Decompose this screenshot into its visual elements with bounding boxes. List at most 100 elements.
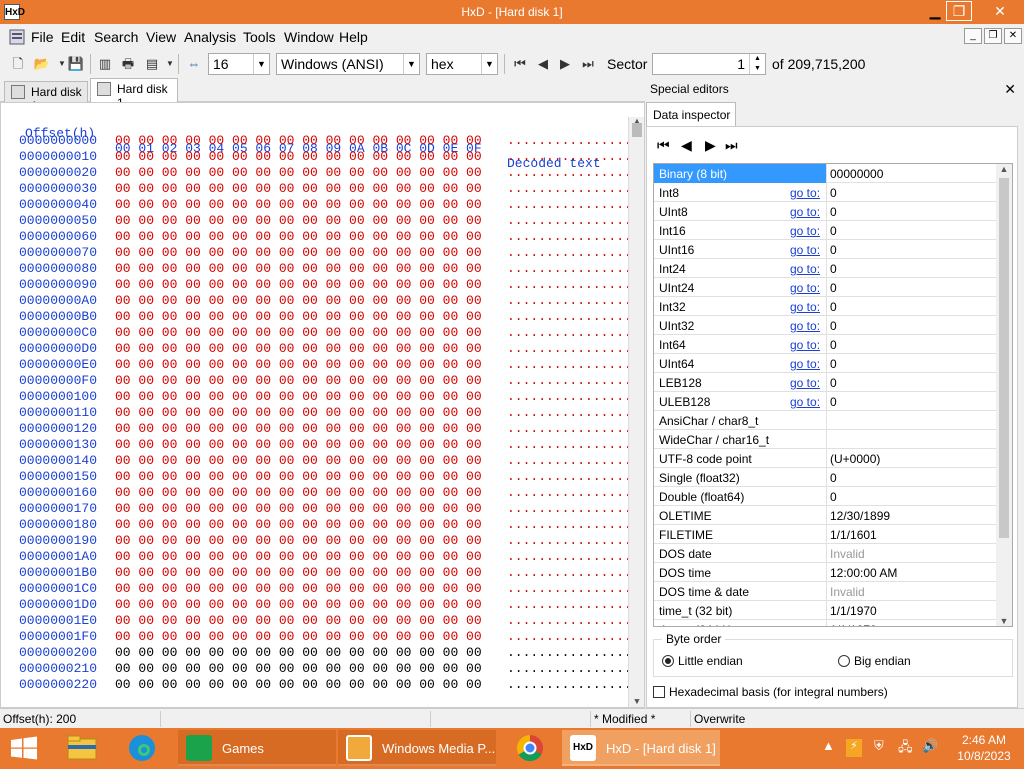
inspector-value[interactable]: 0 — [830, 205, 837, 219]
last-icon[interactable]: ⏭ — [725, 137, 738, 154]
row-bytes[interactable]: 00 00 00 00 00 00 00 00 00 00 00 00 00 0… — [115, 149, 482, 164]
row-decoded[interactable]: ................ — [507, 133, 632, 148]
hex-basis-checkbox[interactable]: Hexadecimal basis (for integral numbers) — [653, 685, 888, 699]
inspector-value[interactable]: 1/1/1970 — [830, 604, 877, 618]
inspector-value[interactable]: 0 — [830, 471, 837, 485]
row-decoded[interactable]: ................ — [507, 261, 632, 276]
row-bytes[interactable]: 00 00 00 00 00 00 00 00 00 00 00 00 00 0… — [115, 437, 482, 452]
row-bytes[interactable]: 00 00 00 00 00 00 00 00 00 00 00 00 00 0… — [115, 469, 482, 484]
goto-link[interactable]: go to: — [790, 319, 820, 333]
mdi-close-button[interactable]: ✕ — [1004, 28, 1022, 44]
row-bytes[interactable]: 00 00 00 00 00 00 00 00 00 00 00 00 00 0… — [115, 309, 482, 324]
row-decoded[interactable]: ................ — [507, 181, 632, 196]
row-bytes[interactable]: 00 00 00 00 00 00 00 00 00 00 00 00 00 0… — [115, 373, 482, 388]
document-icon[interactable] — [8, 28, 26, 46]
inspector-value[interactable]: Invalid — [830, 547, 865, 561]
row-bytes[interactable]: 00 00 00 00 00 00 00 00 00 00 00 00 00 0… — [115, 341, 482, 356]
row-decoded[interactable]: ................ — [507, 677, 632, 692]
row-decoded[interactable]: ................ — [507, 517, 632, 532]
inspector-value[interactable]: 0 — [830, 186, 837, 200]
row-decoded[interactable]: ................ — [507, 373, 632, 388]
row-decoded[interactable]: ................ — [507, 581, 632, 596]
row-bytes[interactable]: 00 00 00 00 00 00 00 00 00 00 00 00 00 0… — [115, 197, 482, 212]
row-bytes[interactable]: 00 00 00 00 00 00 00 00 00 00 00 00 00 0… — [115, 597, 482, 612]
goto-link[interactable]: go to: — [790, 205, 820, 219]
close-button[interactable]: ✕ — [980, 0, 1020, 22]
row-bytes[interactable]: 00 00 00 00 00 00 00 00 00 00 00 00 00 0… — [115, 645, 482, 660]
inspector-row[interactable]: UInt16 go to: 0 — [654, 240, 998, 259]
row-decoded[interactable]: ................ — [507, 389, 632, 404]
new-file-icon[interactable]: 🗋 — [8, 54, 28, 74]
row-bytes[interactable]: 00 00 00 00 00 00 00 00 00 00 00 00 00 0… — [115, 565, 482, 580]
taskbar-games[interactable]: Games — [178, 730, 336, 766]
row-bytes[interactable]: 00 00 00 00 00 00 00 00 00 00 00 00 00 0… — [115, 245, 482, 260]
row-decoded[interactable]: ................ — [507, 565, 632, 580]
security-icon[interactable]: ⛨ — [874, 738, 884, 754]
row-bytes[interactable]: 00 00 00 00 00 00 00 00 00 00 00 00 00 0… — [115, 165, 482, 180]
row-bytes[interactable]: 00 00 00 00 00 00 00 00 00 00 00 00 00 0… — [115, 405, 482, 420]
hex-scrollbar[interactable]: ▲ ▼ — [628, 117, 644, 707]
file-explorer-icon[interactable] — [62, 730, 102, 766]
properties-icon[interactable]: ▤ — [142, 54, 162, 74]
row-bytes[interactable]: 00 00 00 00 00 00 00 00 00 00 00 00 00 0… — [115, 181, 482, 196]
row-bytes[interactable]: 00 00 00 00 00 00 00 00 00 00 00 00 00 0… — [115, 213, 482, 228]
little-endian-radio[interactable]: Little endian — [662, 654, 743, 668]
previous-icon[interactable]: ◀ — [681, 137, 692, 154]
row-bytes[interactable]: 00 00 00 00 00 00 00 00 00 00 00 00 00 0… — [115, 133, 482, 148]
row-decoded[interactable]: ................ — [507, 469, 632, 484]
row-decoded[interactable]: ................ — [507, 597, 632, 612]
row-decoded[interactable]: ................ — [507, 645, 632, 660]
row-bytes[interactable]: 00 00 00 00 00 00 00 00 00 00 00 00 00 0… — [115, 389, 482, 404]
maximize-button[interactable]: ❐ — [946, 1, 972, 21]
row-decoded[interactable]: ................ — [507, 213, 632, 228]
chrome-icon[interactable] — [506, 730, 554, 766]
inspector-row[interactable]: DOS time 12:00:00 AM — [654, 563, 998, 582]
inspector-row[interactable]: Double (float64) 0 — [654, 487, 998, 506]
tray-app-icon[interactable]: ⚡ — [846, 739, 862, 757]
inspector-row[interactable]: time_t (64 bit) 1/1/1970 — [654, 620, 998, 626]
inspector-row[interactable]: WideChar / char16_t — [654, 430, 998, 449]
goto-link[interactable]: go to: — [790, 338, 820, 352]
row-bytes[interactable]: 00 00 00 00 00 00 00 00 00 00 00 00 00 0… — [115, 629, 482, 644]
inspector-value[interactable]: 12/30/1899 — [830, 509, 890, 523]
inspector-row[interactable]: UInt32 go to: 0 — [654, 316, 998, 335]
inspector-row[interactable]: UTF-8 code point (U+0000) — [654, 449, 998, 468]
row-bytes[interactable]: 00 00 00 00 00 00 00 00 00 00 00 00 00 0… — [115, 485, 482, 500]
row-bytes[interactable]: 00 00 00 00 00 00 00 00 00 00 00 00 00 0… — [115, 453, 482, 468]
row-decoded[interactable]: ................ — [507, 485, 632, 500]
open-folder-icon[interactable]: 📂 — [32, 54, 52, 74]
taskbar-windows-media-player[interactable]: Windows Media P... — [338, 730, 496, 766]
inspector-value[interactable]: 0 — [830, 262, 837, 276]
row-bytes[interactable]: 00 00 00 00 00 00 00 00 00 00 00 00 00 0… — [115, 517, 482, 532]
inspector-value[interactable]: 1/1/1601 — [830, 528, 877, 542]
tab-hard-disk-1-b[interactable]: Hard disk 1 — [90, 78, 178, 110]
save-icon[interactable]: 💾 — [66, 54, 86, 74]
volume-icon[interactable]: 🔊 — [922, 738, 938, 754]
charset-select[interactable]: Windows (ANSI) ▼ — [276, 53, 420, 75]
scroll-thumb[interactable] — [999, 178, 1009, 538]
row-decoded[interactable]: ................ — [507, 421, 632, 436]
row-bytes[interactable]: 00 00 00 00 00 00 00 00 00 00 00 00 00 0… — [115, 277, 482, 292]
inspector-value[interactable]: 12:00:00 AM — [830, 566, 897, 580]
inspector-value[interactable]: 0 — [830, 319, 837, 333]
inspector-row[interactable]: AnsiChar / char8_t — [654, 411, 998, 430]
mdi-minimize-button[interactable]: _ — [964, 28, 982, 44]
inspector-row[interactable]: OLETIME 12/30/1899 — [654, 506, 998, 525]
menu-window[interactable]: Window — [284, 29, 334, 45]
row-decoded[interactable]: ................ — [507, 629, 632, 644]
show-hidden-icons-icon[interactable]: ▲ — [822, 738, 835, 753]
taskbar-hxd[interactable]: HxD HxD - [Hard disk 1] — [562, 730, 720, 766]
sector-input[interactable]: 1 ▲ ▼ — [652, 53, 766, 75]
row-decoded[interactable]: ................ — [507, 309, 632, 324]
inspector-row[interactable]: Single (float32) 0 — [654, 468, 998, 487]
goto-link[interactable]: go to: — [790, 300, 820, 314]
inspector-value[interactable]: 0 — [830, 338, 837, 352]
inspector-row[interactable]: DOS date Invalid — [654, 544, 998, 563]
inspector-value[interactable]: 0 — [830, 395, 837, 409]
first-sector-icon[interactable]: ⏮ — [510, 54, 530, 74]
network-icon[interactable]: 🖧 — [898, 738, 913, 760]
goto-link[interactable]: go to: — [790, 224, 820, 238]
row-decoded[interactable]: ................ — [507, 613, 632, 628]
row-decoded[interactable]: ................ — [507, 341, 632, 356]
row-bytes[interactable]: 00 00 00 00 00 00 00 00 00 00 00 00 00 0… — [115, 421, 482, 436]
